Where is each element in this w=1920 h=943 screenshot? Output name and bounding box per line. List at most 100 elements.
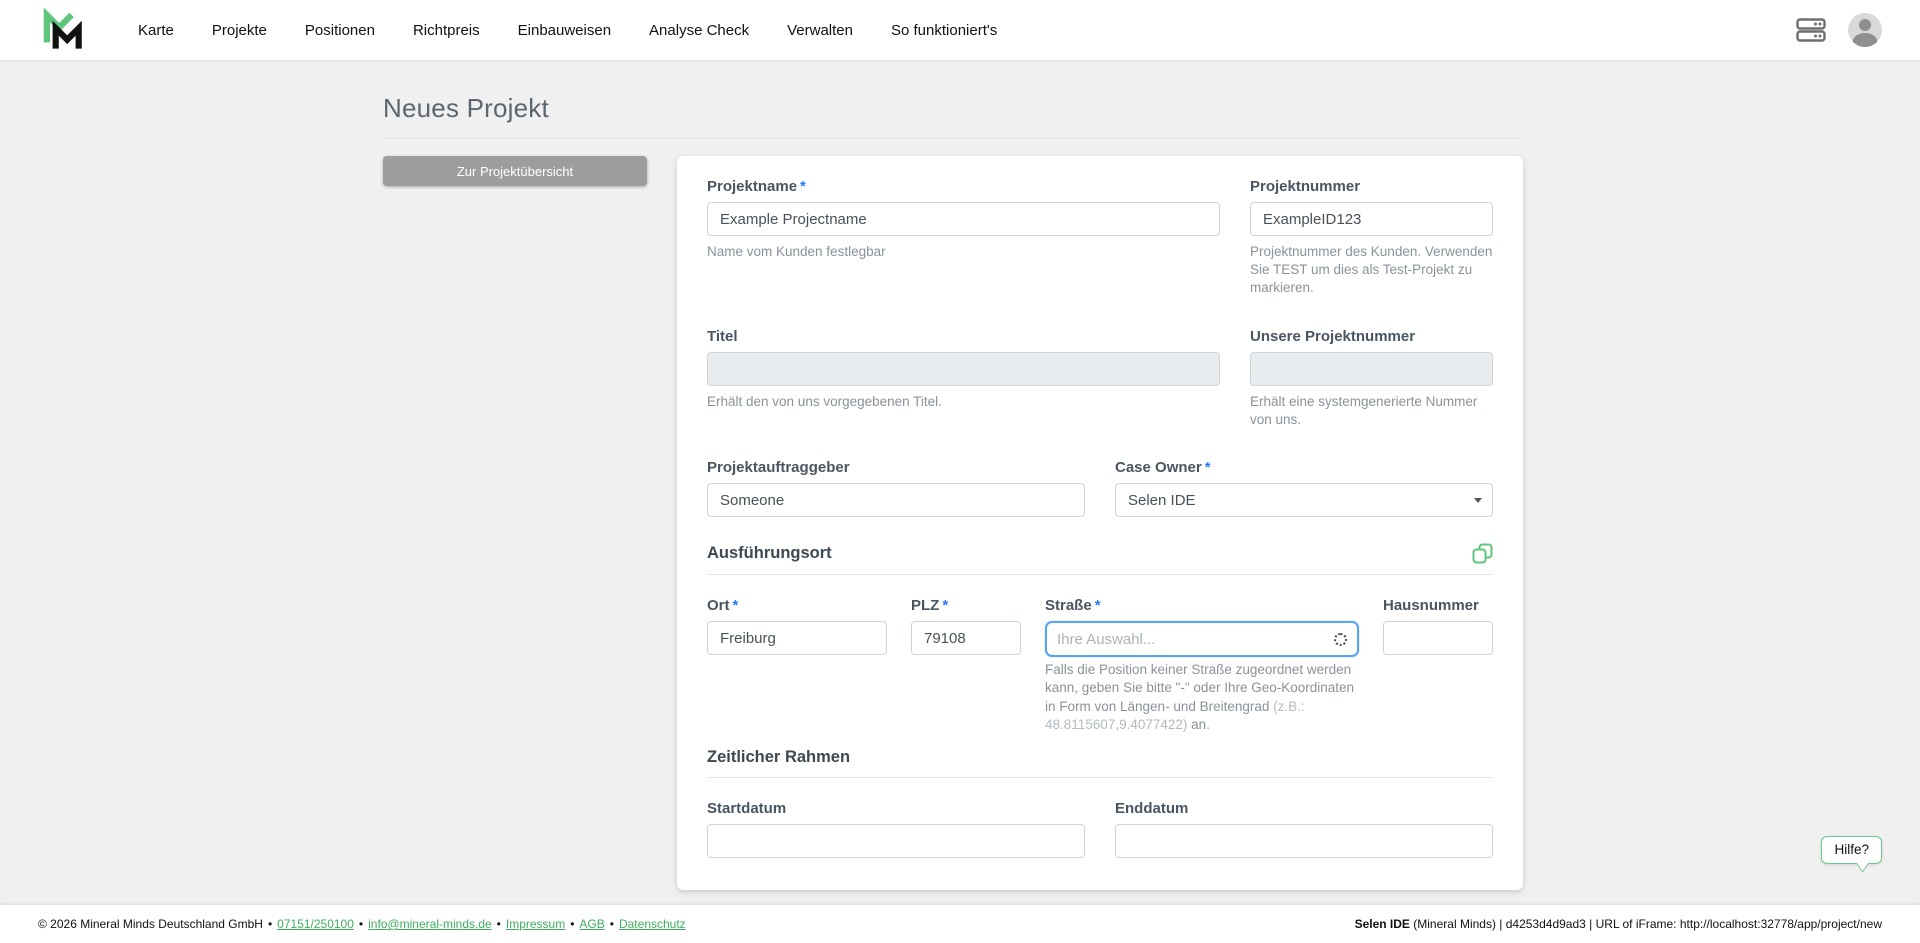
server-icon[interactable] bbox=[1796, 18, 1826, 42]
footer-link-agb[interactable]: AGB bbox=[579, 917, 604, 931]
strasse-autocomplete-wrapper bbox=[1045, 621, 1359, 657]
main-content: Neues Projekt Zur Projektübersicht Proje… bbox=[0, 60, 1920, 943]
section-divider bbox=[707, 574, 1493, 575]
strasse-input[interactable] bbox=[1057, 631, 1334, 648]
field-projektnummer: Projektnummer Projektnummer des Kunden. … bbox=[1250, 178, 1493, 298]
copy-icon[interactable] bbox=[1472, 543, 1493, 564]
unsere-projektnummer-hint: Erhält eine systemgenerierte Nummer von … bbox=[1250, 393, 1493, 429]
nav-item-verwalten[interactable]: Verwalten bbox=[787, 22, 853, 39]
nav-item-einbauweisen[interactable]: Einbauweisen bbox=[518, 22, 611, 39]
zeitlicher-rahmen-heading: Zeitlicher Rahmen bbox=[707, 748, 850, 767]
footer: © 2026 Mineral Minds Deutschland GmbH • … bbox=[0, 905, 1920, 943]
field-unsere-projektnummer: Unsere Projektnummer Erhält eine systemg… bbox=[1250, 328, 1493, 429]
copyright-text: © 2026 Mineral Minds Deutschland GmbH bbox=[38, 917, 263, 931]
ort-label: Ort* bbox=[707, 597, 887, 614]
help-button[interactable]: Hilfe? bbox=[1821, 836, 1882, 864]
projektname-label: Projektname* bbox=[707, 178, 1220, 195]
separator-dot: • bbox=[610, 917, 614, 931]
page-title: Neues Projekt bbox=[383, 93, 1920, 124]
nav-item-karte[interactable]: Karte bbox=[138, 22, 174, 39]
projektnummer-input[interactable] bbox=[1250, 202, 1493, 236]
titel-hint: Erhält den von uns vorgegebenen Titel. bbox=[707, 393, 1220, 411]
mineral-minds-logo-icon[interactable] bbox=[38, 7, 84, 53]
avatar-head-shape bbox=[1859, 19, 1871, 31]
session-details: (Mineral Minds) | d4253d4d9ad3 | URL of … bbox=[1410, 917, 1882, 931]
strasse-label-text: Straße bbox=[1045, 597, 1092, 614]
footer-link-phone[interactable]: 07151/250100 bbox=[277, 917, 354, 931]
required-marker: * bbox=[733, 597, 739, 614]
field-enddatum: Enddatum bbox=[1115, 800, 1493, 858]
unsere-projektnummer-input bbox=[1250, 352, 1493, 386]
required-marker: * bbox=[1095, 597, 1101, 614]
nav-item-so-funktionierts[interactable]: So funktioniert's bbox=[891, 22, 997, 39]
field-projektname: Projektname* Name vom Kunden festlegbar bbox=[707, 178, 1220, 298]
case-owner-select[interactable]: Selen IDE bbox=[1115, 483, 1493, 517]
ort-label-text: Ort bbox=[707, 597, 730, 614]
startdatum-label: Startdatum bbox=[707, 800, 1085, 817]
strasse-hint-end: an. bbox=[1187, 717, 1210, 732]
startdatum-input[interactable] bbox=[707, 824, 1085, 858]
footer-link-datenschutz[interactable]: Datenschutz bbox=[619, 917, 686, 931]
ausfuehrungsort-heading: Ausführungsort bbox=[707, 544, 832, 563]
nav-item-richtpreis[interactable]: Richtpreis bbox=[413, 22, 480, 39]
required-marker: * bbox=[942, 597, 948, 614]
field-ort: Ort* bbox=[707, 597, 887, 657]
titel-input bbox=[707, 352, 1220, 386]
strasse-label: Straße* bbox=[1045, 597, 1359, 614]
field-titel: Titel Erhält den von uns vorgegebenen Ti… bbox=[707, 328, 1220, 429]
loading-spinner-icon bbox=[1334, 633, 1347, 646]
strasse-hint-main: Falls die Position keiner Straße zugeord… bbox=[1045, 662, 1354, 713]
enddatum-label: Enddatum bbox=[1115, 800, 1493, 817]
required-marker: * bbox=[800, 178, 806, 195]
nav-item-projekte[interactable]: Projekte bbox=[212, 22, 267, 39]
enddatum-input[interactable] bbox=[1115, 824, 1493, 858]
field-strasse: Straße* bbox=[1045, 597, 1359, 657]
footer-link-email[interactable]: info@mineral-minds.de bbox=[368, 917, 492, 931]
header-actions bbox=[1796, 13, 1882, 47]
case-owner-label-text: Case Owner bbox=[1115, 459, 1202, 476]
footer-link-impressum[interactable]: Impressum bbox=[506, 917, 565, 931]
separator-dot: • bbox=[359, 917, 363, 931]
strasse-hint: Falls die Position keiner Straße zugeord… bbox=[1045, 661, 1359, 734]
field-projektauftraggeber: Projektauftraggeber bbox=[707, 459, 1085, 517]
separator-dot: • bbox=[570, 917, 574, 931]
projektname-input[interactable] bbox=[707, 202, 1220, 236]
left-column: Zur Projektübersicht bbox=[383, 156, 647, 186]
plz-label-text: PLZ bbox=[911, 597, 939, 614]
avatar-body-shape bbox=[1853, 33, 1877, 47]
session-user: Selen IDE bbox=[1355, 917, 1410, 931]
projektauftraggeber-input[interactable] bbox=[707, 483, 1085, 517]
main-nav: Karte Projekte Positionen Richtpreis Ein… bbox=[138, 22, 997, 39]
plz-label: PLZ* bbox=[911, 597, 1021, 614]
plz-input[interactable] bbox=[911, 621, 1021, 655]
field-case-owner: Case Owner* Selen IDE bbox=[1115, 459, 1493, 517]
projektname-label-text: Projektname bbox=[707, 178, 797, 195]
new-project-form-card: Projektname* Name vom Kunden festlegbar … bbox=[677, 156, 1523, 890]
projektnummer-hint: Projektnummer des Kunden. Verwenden Sie … bbox=[1250, 243, 1493, 298]
user-avatar-icon[interactable] bbox=[1848, 13, 1882, 47]
nav-item-analyse-check[interactable]: Analyse Check bbox=[649, 22, 749, 39]
hausnummer-label: Hausnummer bbox=[1383, 597, 1493, 614]
field-hausnummer: Hausnummer bbox=[1383, 597, 1493, 657]
separator-dot: • bbox=[268, 917, 272, 931]
case-owner-label: Case Owner* bbox=[1115, 459, 1493, 476]
unsere-projektnummer-label: Unsere Projektnummer bbox=[1250, 328, 1493, 345]
required-marker: * bbox=[1205, 459, 1211, 476]
section-divider bbox=[707, 777, 1493, 778]
top-navigation-bar: Karte Projekte Positionen Richtpreis Ein… bbox=[0, 0, 1920, 60]
ort-input[interactable] bbox=[707, 621, 887, 655]
case-owner-selected-value: Selen IDE bbox=[1128, 492, 1196, 509]
field-plz: PLZ* bbox=[911, 597, 1021, 657]
title-divider bbox=[383, 138, 1523, 139]
field-startdatum: Startdatum bbox=[707, 800, 1085, 858]
footer-legal: © 2026 Mineral Minds Deutschland GmbH • … bbox=[38, 917, 686, 931]
session-info: Selen IDE (Mineral Minds) | d4253d4d9ad3… bbox=[1355, 917, 1882, 931]
nav-item-positionen[interactable]: Positionen bbox=[305, 22, 375, 39]
projektnummer-label: Projektnummer bbox=[1250, 178, 1493, 195]
back-to-project-overview-button[interactable]: Zur Projektübersicht bbox=[383, 156, 647, 186]
chevron-down-icon bbox=[1474, 498, 1482, 503]
projektname-hint: Name vom Kunden festlegbar bbox=[707, 243, 1220, 261]
separator-dot: • bbox=[497, 917, 501, 931]
hausnummer-input[interactable] bbox=[1383, 621, 1493, 655]
titel-label: Titel bbox=[707, 328, 1220, 345]
